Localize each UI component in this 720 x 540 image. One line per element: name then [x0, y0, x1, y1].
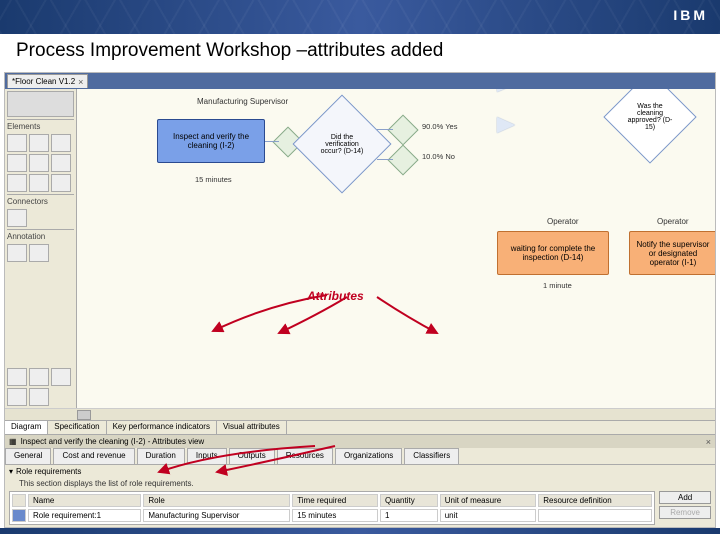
task-duration-label: 1 minute [543, 281, 572, 290]
palette-zoomout-button[interactable] [29, 368, 49, 386]
cell-quantity[interactable]: 1 [380, 509, 438, 522]
task-notify[interactable]: Notify the supervisor or designated oper… [629, 231, 715, 275]
horizontal-scrollbar[interactable] [5, 408, 715, 420]
task-duration-label: 15 minutes [195, 175, 232, 184]
palette-section-annotation[interactable]: Annotation [7, 229, 74, 242]
palette-pointer-button[interactable] [7, 91, 74, 117]
task-inspect-verify[interactable]: Inspect and verify the cleaning (I-2) [157, 119, 265, 163]
scroll-thumb[interactable] [77, 410, 91, 420]
cell-unit[interactable]: unit [440, 509, 537, 522]
col-name[interactable]: Name [28, 494, 141, 507]
palette-decision-button[interactable] [29, 154, 49, 172]
tool-palette: Elements Connectors Annotation [5, 89, 77, 408]
task-waiting[interactable]: waiting for complete the inspection (D-1… [497, 231, 609, 275]
swimlane-label: Operator [657, 217, 689, 226]
swimlane-label: Manufacturing Supervisor [197, 97, 288, 106]
col-role[interactable]: Role [143, 494, 290, 507]
palette-task-button[interactable] [7, 134, 27, 152]
gateway-out-yes[interactable] [392, 119, 414, 141]
tab-specification[interactable]: Specification [48, 421, 106, 434]
decision-label: Was the cleaning approved? (D-15) [617, 89, 683, 150]
callout-arrows-lower [155, 442, 375, 476]
palette-connector-button[interactable] [7, 209, 27, 227]
col-unit[interactable]: Unit of measure [440, 494, 537, 507]
close-icon[interactable]: × [78, 77, 83, 87]
slide-header: IBM [0, 0, 720, 34]
palette-section-elements[interactable]: Elements [7, 119, 74, 132]
tab-cost-revenue[interactable]: Cost and revenue [53, 448, 134, 464]
collapse-icon[interactable]: ▾ [9, 467, 13, 476]
table-header-row: Name Role Time required Quantity Unit of… [12, 494, 652, 507]
palette-join-button[interactable] [29, 174, 49, 192]
col-resdef[interactable]: Resource definition [538, 494, 652, 507]
palette-merge-button[interactable] [51, 154, 71, 172]
node-icon: ▦ [9, 437, 17, 446]
slide-footer [0, 528, 720, 534]
palette-timer-button[interactable] [51, 174, 71, 192]
palette-grid-button[interactable] [7, 388, 27, 406]
slide-title: Process Improvement Workshop –attributes… [0, 34, 720, 72]
task-label: Inspect and verify the cleaning (I-2) [162, 132, 260, 150]
palette-text-button[interactable] [29, 244, 49, 262]
branch-no-label: 10.0% No [422, 152, 455, 161]
tab-kpi[interactable]: Key performance indicators [107, 421, 217, 434]
decision-label: Did the verification occur? (D-14) [307, 109, 377, 179]
tab-general[interactable]: General [5, 448, 51, 464]
branch-yes-label: 90.0% Yes [422, 122, 457, 131]
view-tabs: Diagram Specification Key performance in… [5, 420, 715, 434]
task-label: Notify the supervisor or designated oper… [634, 240, 712, 267]
close-icon[interactable]: × [706, 437, 711, 447]
palette-subprocess-button[interactable] [51, 134, 71, 152]
remove-button: Remove [659, 506, 711, 519]
palette-snap-button[interactable] [29, 388, 49, 406]
document-tab-label: *Floor Clean V1.2 [12, 77, 75, 86]
process-canvas[interactable]: Manufacturing Supervisor Inspect and ver… [77, 89, 715, 408]
editor-tabbar: *Floor Clean V1.2 × [5, 73, 715, 89]
cell-time[interactable]: 15 minutes [292, 509, 378, 522]
decision-approved[interactable]: Was the cleaning approved? (D-15) [617, 89, 683, 150]
palette-service-button[interactable] [29, 134, 49, 152]
palette-fit-button[interactable] [51, 368, 71, 386]
cell-role[interactable]: Manufacturing Supervisor [143, 509, 290, 522]
document-tab[interactable]: *Floor Clean V1.2 × [7, 74, 88, 88]
attribute-tabs: General Cost and revenue Duration Inputs… [5, 448, 715, 464]
tab-classifiers[interactable]: Classifiers [404, 448, 459, 464]
section-title: Role requirements [16, 467, 81, 476]
task-label: waiting for complete the inspection (D-1… [502, 244, 604, 262]
palette-note-button[interactable] [7, 244, 27, 262]
decision-verification[interactable]: Did the verification occur? (D-14) [307, 109, 377, 179]
callout-arrows [207, 275, 467, 345]
tab-diagram[interactable]: Diagram [5, 421, 48, 434]
palette-fork-button[interactable] [7, 174, 27, 192]
section-help-text: This section displays the list of role r… [5, 478, 715, 491]
palette-section-connectors[interactable]: Connectors [7, 194, 74, 207]
role-requirements-table[interactable]: Name Role Time required Quantity Unit of… [9, 491, 655, 525]
collapsed-subprocess-icon [497, 89, 531, 92]
swimlane-label: Operator [547, 217, 579, 226]
palette-zoomin-button[interactable] [7, 368, 27, 386]
add-button[interactable]: Add [659, 491, 711, 504]
cell-resdef[interactable] [538, 509, 652, 522]
collapsed-subprocess-icon [497, 117, 515, 133]
tab-visual-attributes[interactable]: Visual attributes [217, 421, 287, 434]
col-time[interactable]: Time required [292, 494, 378, 507]
cell-name[interactable]: Role requirement:1 [28, 509, 141, 522]
gateway-out-no[interactable] [392, 149, 414, 171]
palette-gateway-button[interactable] [7, 154, 27, 172]
ibm-logo: IBM [673, 7, 708, 23]
modeling-tool-window: *Floor Clean V1.2 × Elements Connectors … [4, 72, 716, 528]
table-row[interactable]: Role requirement:1 Manufacturing Supervi… [12, 509, 652, 522]
col-quantity[interactable]: Quantity [380, 494, 438, 507]
